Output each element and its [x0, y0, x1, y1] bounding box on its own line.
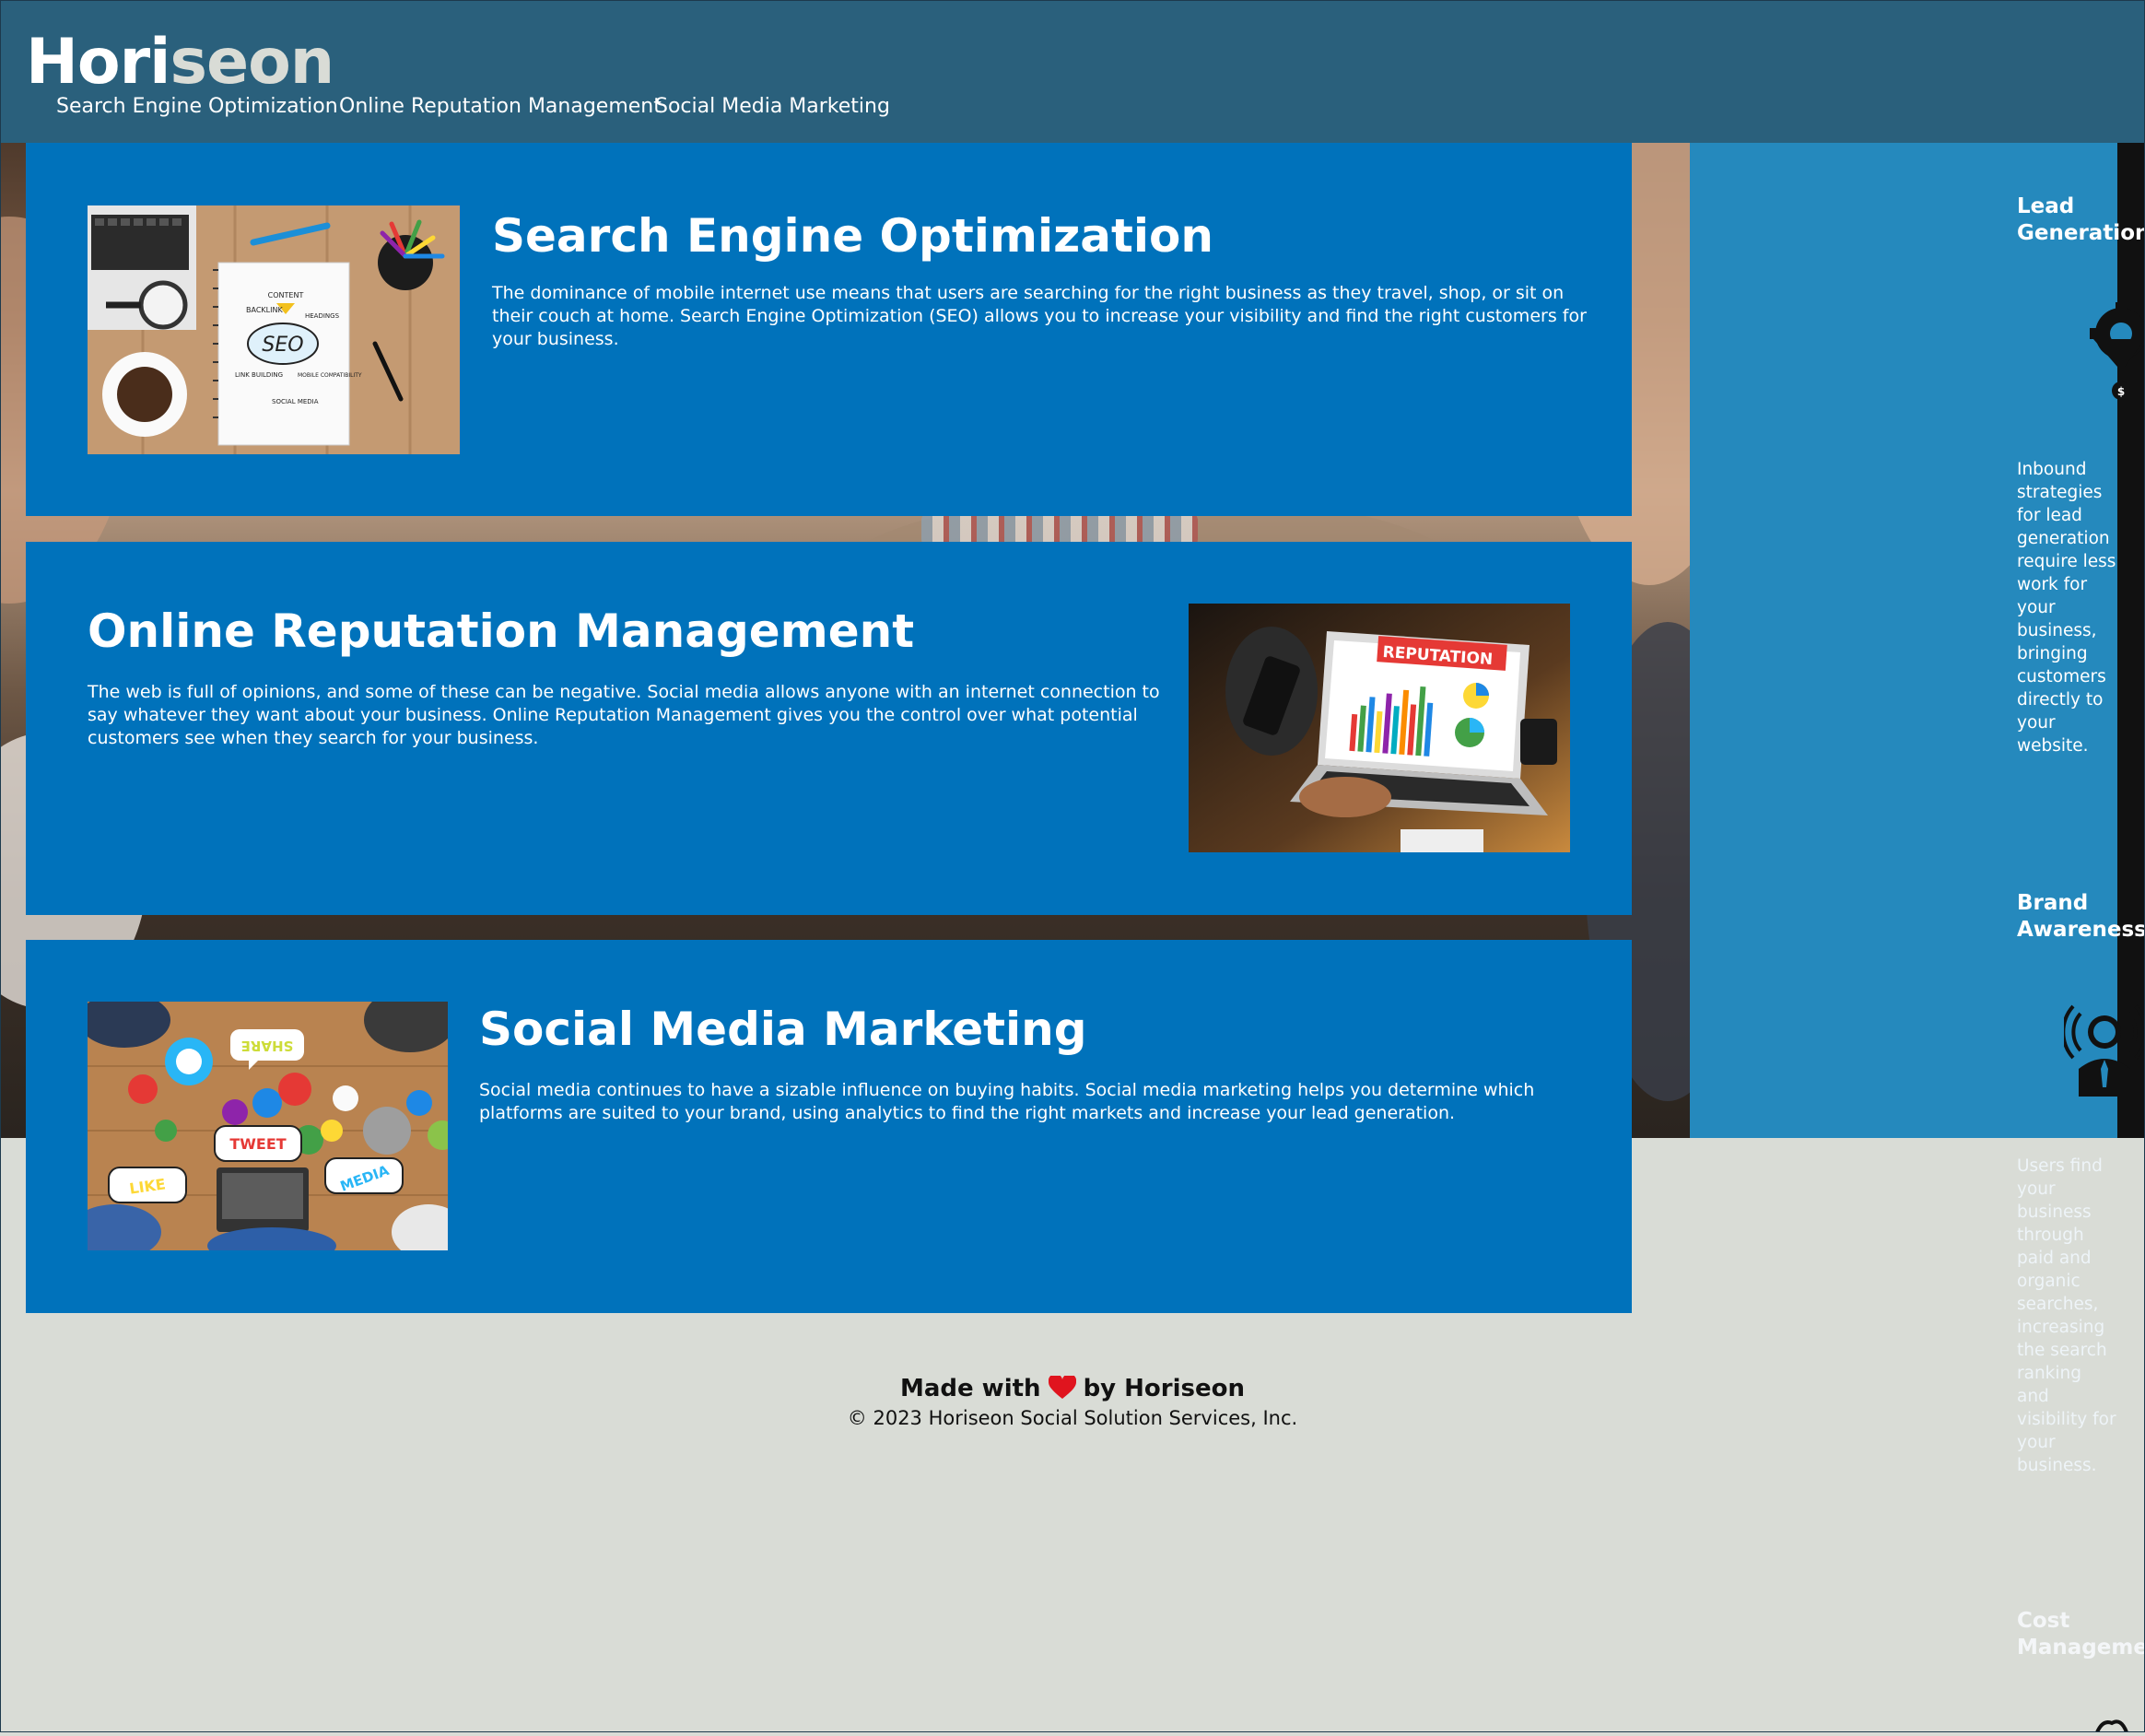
benefit-title-lead-generation: Lead Generation: [2017, 194, 2145, 245]
svg-text:$: $: [2117, 385, 2125, 398]
footer-made-with-text: Made with: [899, 1375, 1041, 1402]
content-card-social-media: SHARE TWEET LIKE MEDIA Social Media Mark…: [26, 940, 1632, 1313]
seo-image-label-link-building: LINK BUILDING: [235, 371, 283, 379]
reputation-image: REPUTATION: [1189, 604, 1570, 852]
card-title-seo: Search Engine Optimization: [492, 209, 1213, 263]
site-header: Horiseon Search Engine Optimization Onli…: [0, 0, 2145, 143]
card-title-social-media: Social Media Marketing: [479, 1003, 1087, 1056]
cost-icon: [2093, 1716, 2130, 1733]
nav-link-seo[interactable]: Search Engine Optimization: [56, 90, 338, 123]
footer-copyright: © 2023 Horiseon Social Solution Services…: [847, 1407, 1298, 1429]
seo-image-label-headings: HEADINGS: [305, 312, 340, 320]
seo-image-label-seo: SEO: [262, 334, 303, 357]
logo-text-accent: seon: [170, 26, 334, 99]
content-card-seo: SEO CONTENT BACKLINK HEADINGS LINK BUILD…: [26, 143, 1632, 516]
benefit-title-cost-management: Cost Management: [2017, 1609, 2145, 1660]
benefit-text-lead-generation: Inbound strategies for lead generation r…: [2017, 460, 2116, 756]
sidebar-background-edge: [2117, 143, 2145, 1138]
nav-link-social-media[interactable]: Social Media Marketing: [655, 90, 890, 123]
heart-icon: [1048, 1373, 1076, 1402]
benefit-title-brand-awareness: Brand Awareness: [2017, 891, 2145, 942]
social-image-label-tweet: TWEET: [229, 1135, 286, 1153]
nav-link-reputation[interactable]: Online Reputation Management: [339, 90, 662, 123]
footer-by-text: by Horiseon: [1083, 1375, 1246, 1402]
seo-image-label-social: SOCIAL MEDIA: [272, 398, 319, 405]
seo-image-label-backlink: BACKLINK: [246, 306, 283, 314]
card-body-social-media: Social media continues to have a sizable…: [479, 1080, 1535, 1123]
card-title-reputation: Online Reputation Management: [88, 604, 915, 658]
logo-text-primary: Hori: [26, 26, 170, 99]
seo-image: SEO CONTENT BACKLINK HEADINGS LINK BUILD…: [88, 205, 460, 454]
content-card-reputation: Online Reputation Management The web is …: [26, 542, 1632, 915]
card-body-seo: The dominance of mobile internet use mea…: [492, 283, 1587, 349]
broadcast-person-icon: [2061, 995, 2145, 1097]
card-body-reputation: The web is full of opinions, and some of…: [88, 682, 1160, 748]
social-image-label-share: SHARE: [241, 1038, 294, 1054]
funnel-gear-icon: $: [2084, 302, 2145, 402]
seo-image-label-mobile: MOBILE COMPATIBILITY: [298, 372, 362, 379]
social-media-image: SHARE TWEET LIKE MEDIA: [88, 1002, 448, 1250]
seo-image-label-content: CONTENT: [268, 291, 304, 299]
footer-made-with: Made with by Horiseon: [0, 1373, 2145, 1402]
